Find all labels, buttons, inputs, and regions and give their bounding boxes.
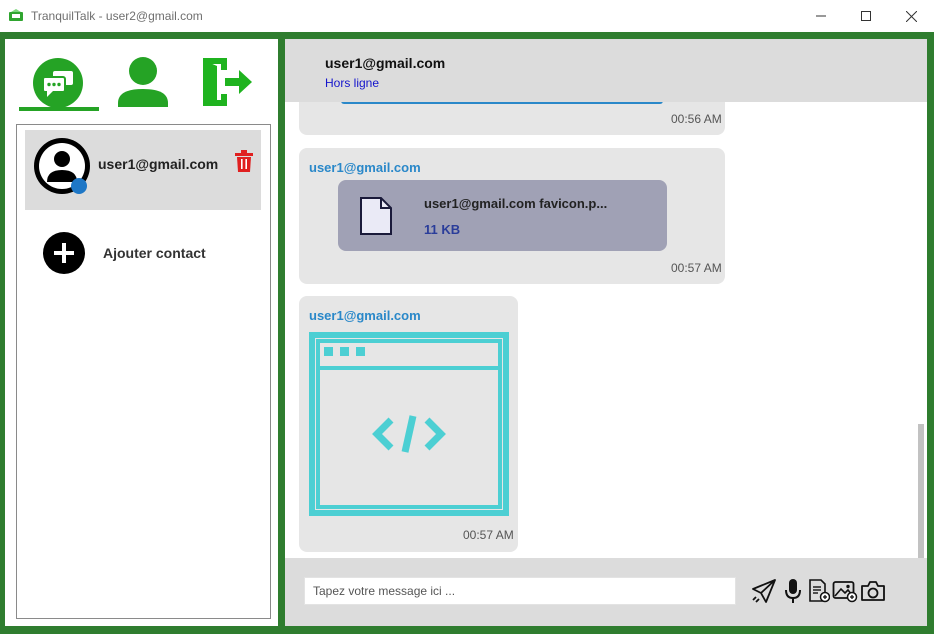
chat-panel: user1@gmail.com Hors ligne 00:56 AM user… [285,39,927,626]
nav-chats[interactable] [32,57,84,109]
contacts-list: user1@gmail.com Ajouter contact [16,124,271,619]
minimize-icon [816,15,826,17]
send-icon [752,579,776,603]
attach-image-button[interactable] [831,577,859,605]
chat-scrollbar[interactable] [918,424,924,558]
message-sender: user1@gmail.com [309,160,421,175]
maximize-button[interactable] [843,0,889,32]
camera-icon [861,581,885,601]
plus-icon [43,232,85,274]
message-bubble: user1@gmail.com 00:57 AM [299,296,518,552]
app-logo-icon [9,9,23,21]
close-icon [905,10,917,22]
message-input[interactable] [304,577,736,605]
send-button[interactable] [750,577,778,605]
add-contact-label: Ajouter contact [103,245,206,261]
avatar-icon [34,138,90,194]
file-name: user1@gmail.com favicon.p... [424,196,608,211]
document-icon [809,579,830,603]
message-time: 00:56 AM [671,112,722,126]
maximize-icon [861,11,871,21]
message-bubble: user1@gmail.com user1@gmail.com favicon.… [299,148,725,284]
minimize-button[interactable] [798,0,844,32]
trash-icon[interactable] [235,150,253,172]
add-contact-button[interactable]: Ajouter contact [29,232,249,274]
left-panel: user1@gmail.com Ajouter contact [5,39,278,626]
contact-item[interactable]: user1@gmail.com [25,130,261,210]
composer-bar [285,558,927,626]
file-icon [360,197,392,235]
chat-header: user1@gmail.com Hors ligne [285,39,927,102]
microphone-icon [785,579,801,603]
code-window-icon[interactable] [309,332,509,516]
voice-button[interactable] [779,577,807,605]
active-tab-indicator [19,107,99,111]
file-size: 11 KB [424,222,461,237]
camera-button[interactable] [859,577,887,605]
profile-icon [118,57,168,107]
nav-profile[interactable] [116,55,170,107]
message-sender: user1@gmail.com [309,308,421,323]
close-button[interactable] [888,0,934,32]
contact-name: user1@gmail.com [98,156,219,172]
logout-icon [203,58,252,106]
chat-contact-name: user1@gmail.com [325,55,446,71]
window-title: TranquilTalk - user2@gmail.com [31,9,203,23]
chat-status: Hors ligne [325,76,380,90]
title-bar: TranquilTalk - user2@gmail.com [0,0,934,32]
chat-icon [33,58,83,108]
image-icon [832,581,858,603]
nav-logout[interactable] [201,56,253,108]
message-time: 00:57 AM [463,528,514,542]
message-time: 00:57 AM [671,261,722,275]
attach-document-button[interactable] [805,577,833,605]
file-attachment[interactable]: user1@gmail.com favicon.p... 11 KB [338,180,667,251]
